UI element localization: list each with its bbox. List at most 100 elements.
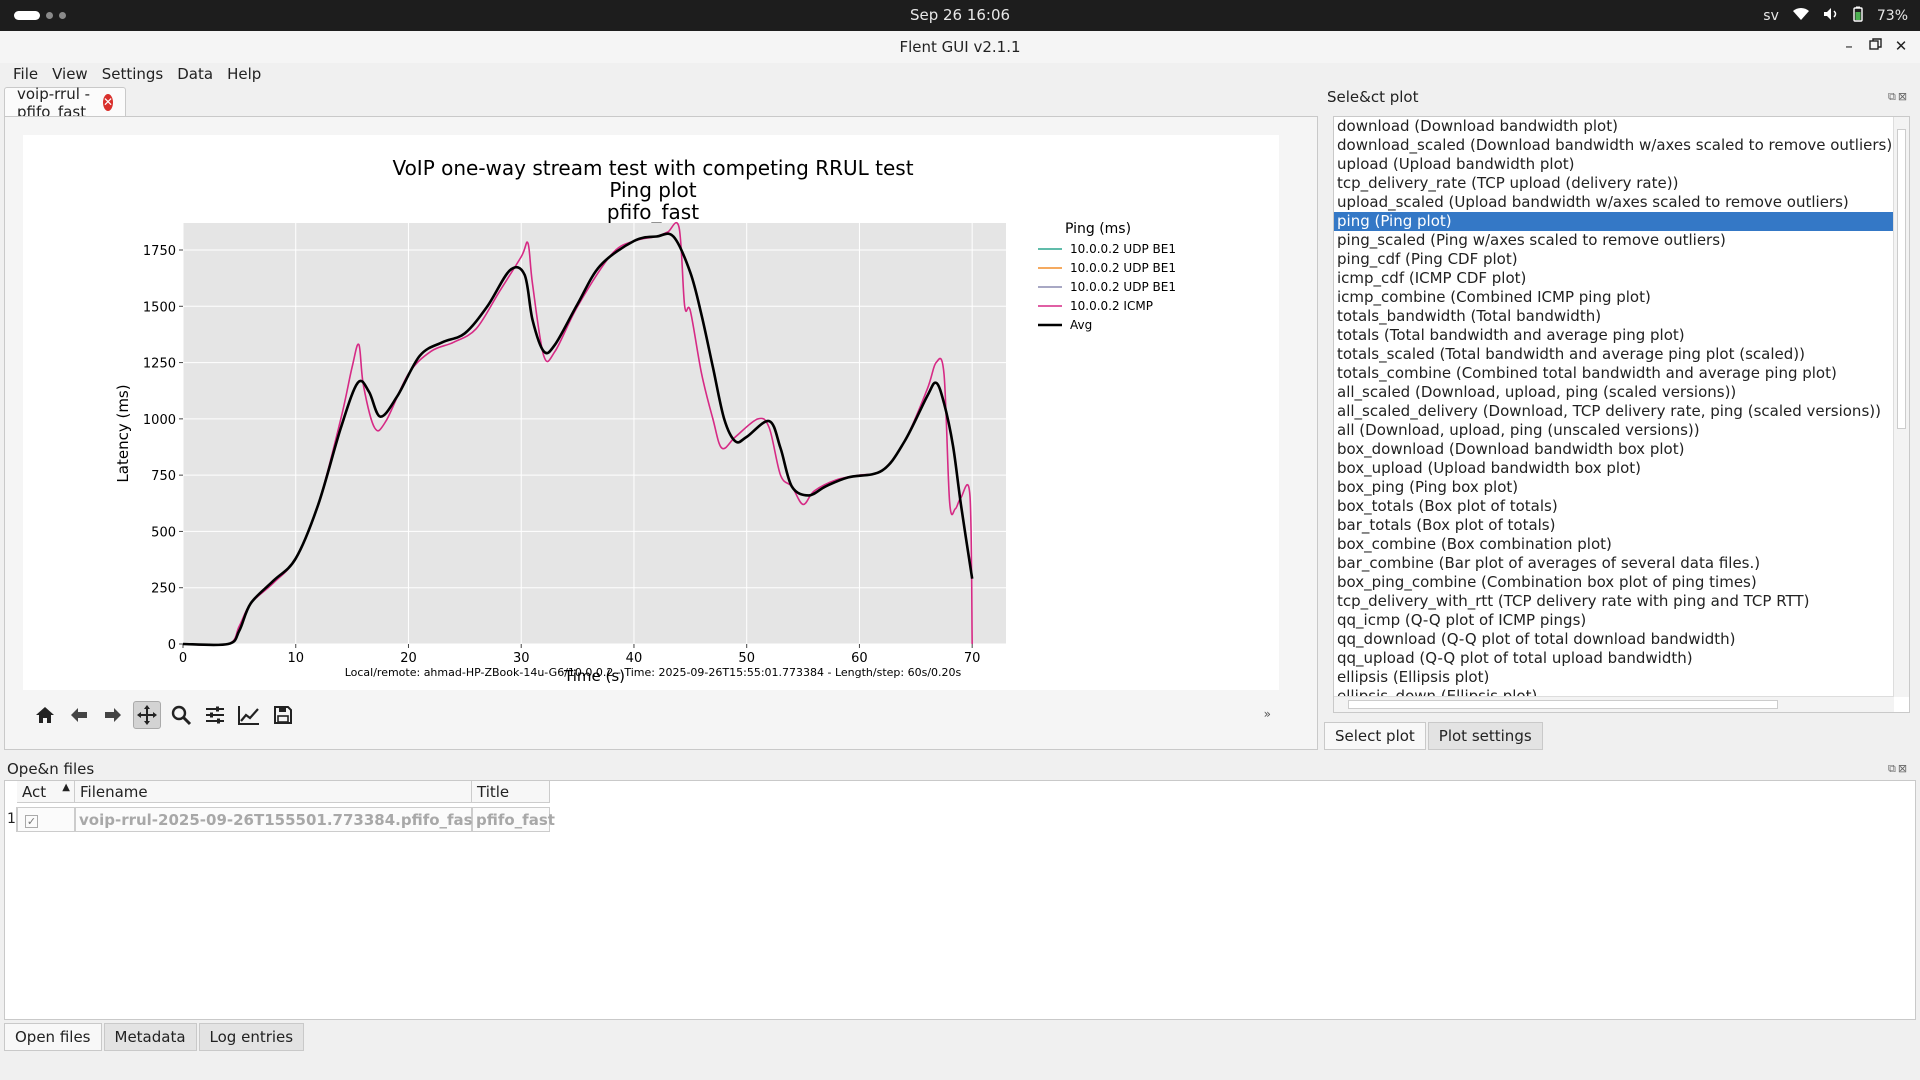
plot-list-item[interactable]: box_ping_combine (Combination box plot o…: [1334, 573, 1909, 592]
home-icon[interactable]: [31, 701, 59, 729]
column-header-act[interactable]: Act ▲: [17, 781, 75, 803]
plot-list-item[interactable]: box_download (Download bandwidth box plo…: [1334, 440, 1909, 459]
close-dock-icon[interactable]: ⊠: [1898, 90, 1907, 104]
plot-list-item[interactable]: ping_scaled (Ping w/axes scaled to remov…: [1334, 231, 1909, 250]
plot-list-item[interactable]: totals_bandwidth (Total bandwidth): [1334, 307, 1909, 326]
legend-title: Ping (ms): [1065, 221, 1131, 237]
y-tick-label: 1250: [143, 357, 176, 372]
plot-list-item[interactable]: ping (Ping plot): [1334, 212, 1909, 231]
chart-subtitle-plot: Ping plot: [609, 178, 696, 202]
plot-type-list[interactable]: download (Download bandwidth plot) downlo…: [1333, 116, 1910, 713]
plot-list-item[interactable]: totals_combine (Combined total bandwidth…: [1334, 364, 1909, 383]
select-plot-panel-title: Sele&ct plot: [1327, 88, 1419, 106]
plot-list-item[interactable]: totals (Total bandwidth and average ping…: [1334, 326, 1909, 345]
close-dock-icon[interactable]: ⊠: [1898, 762, 1907, 776]
edit-axis-icon[interactable]: [235, 701, 263, 729]
tab-select-plot[interactable]: Select plot: [1324, 722, 1426, 750]
plot-list-item[interactable]: upload (Upload bandwidth plot): [1334, 155, 1909, 174]
x-tick-label: 30: [513, 651, 530, 666]
system-clock[interactable]: Sep 26 16:06: [0, 6, 1920, 24]
save-icon[interactable]: [269, 701, 297, 729]
close-window-button[interactable]: ✕: [1892, 36, 1910, 56]
menu-view[interactable]: View: [45, 63, 95, 85]
battery-icon[interactable]: [1853, 6, 1863, 26]
x-tick-label: 20: [400, 651, 417, 666]
configure-subplots-icon[interactable]: [201, 701, 229, 729]
menu-settings[interactable]: Settings: [95, 63, 171, 85]
tab-plot-settings[interactable]: Plot settings: [1427, 722, 1543, 750]
wifi-icon[interactable]: [1792, 7, 1809, 25]
sort-ascending-icon: ▲: [62, 782, 70, 793]
back-icon[interactable]: [65, 701, 93, 729]
y-axis-label: Latency (ms): [114, 384, 132, 482]
plot-list-item[interactable]: bar_combine (Bar plot of averages of sev…: [1334, 554, 1909, 573]
chart-subtitle-qdisc: pfifo_fast: [607, 200, 699, 224]
plot-list-item[interactable]: all_scaled_delivery (Download, TCP deliv…: [1334, 402, 1909, 421]
open-files-panel-title: Ope&n files: [7, 760, 95, 778]
keyboard-layout[interactable]: sv: [1763, 8, 1779, 24]
close-tab-icon[interactable]: ✕: [103, 94, 114, 111]
system-top-bar: Sep 26 16:06 sv 73%: [0, 0, 1920, 31]
active-checkbox[interactable]: ✓: [25, 815, 38, 828]
plot-list-item[interactable]: box_upload (Upload bandwidth box plot): [1334, 459, 1909, 478]
menu-data[interactable]: Data: [170, 63, 220, 85]
title-cell[interactable]: pfifo_fast: [472, 807, 555, 832]
float-dock-icon[interactable]: ⧉: [1888, 762, 1896, 776]
plot-list-item[interactable]: download_scaled (Download bandwidth w/ax…: [1334, 136, 1909, 155]
tab-open-files[interactable]: Open files: [4, 1023, 102, 1051]
plot-list-item[interactable]: upload_scaled (Upload bandwidth w/axes s…: [1334, 193, 1909, 212]
volume-icon[interactable]: [1823, 7, 1839, 25]
plot-list-vertical-scrollbar[interactable]: [1893, 117, 1909, 697]
plot-list-item[interactable]: bar_totals (Box plot of totals): [1334, 516, 1909, 535]
plot-list-item[interactable]: tcp_delivery_with_rtt (TCP delivery rate…: [1334, 592, 1909, 611]
plot-list-item[interactable]: icmp_cdf (ICMP CDF plot): [1334, 269, 1909, 288]
filename-cell[interactable]: voip-rrul-2025-09-26T155501.773384.pfifo…: [75, 807, 550, 832]
chart-footer: Local/remote: ahmad-HP-ZBook-14u-G6/10.0…: [345, 666, 962, 679]
plot-list-item[interactable]: box_combine (Box combination plot): [1334, 535, 1909, 554]
forward-icon[interactable]: [99, 701, 127, 729]
dock-buttons: ⧉ ⊠: [1888, 90, 1907, 104]
zoom-icon[interactable]: [167, 701, 195, 729]
plot-list-item[interactable]: all (Download, upload, ping (unscaled ve…: [1334, 421, 1909, 440]
plot-list-item[interactable]: totals_scaled (Total bandwidth and avera…: [1334, 345, 1909, 364]
maximize-button[interactable]: [1866, 36, 1884, 56]
legend-entry: Avg: [1070, 318, 1092, 332]
y-tick-label: 1500: [143, 300, 176, 315]
tab-log-entries[interactable]: Log entries: [198, 1023, 305, 1051]
plot-list-item[interactable]: qq_download (Q-Q plot of total download …: [1334, 630, 1909, 649]
bottom-panel-tabs: Open files Metadata Log entries: [4, 1023, 305, 1051]
plot-canvas[interactable]: VoIP one-way stream test with competing …: [23, 135, 1279, 690]
plot-list-item[interactable]: qq_icmp (Q-Q plot of ICMP pings): [1334, 611, 1909, 630]
menu-help[interactable]: Help: [220, 63, 268, 85]
open-files-table: Act ▲ Filename Title 1 ✓ voip-rrul-2025-0…: [4, 780, 1916, 1020]
plot-list-item[interactable]: download (Download bandwidth plot): [1334, 117, 1909, 136]
plot-list-item[interactable]: ping_cdf (Ping CDF plot): [1334, 250, 1909, 269]
minimize-button[interactable]: –: [1840, 36, 1858, 56]
y-tick-label: 500: [151, 525, 176, 540]
tab-metadata[interactable]: Metadata: [103, 1023, 197, 1051]
row-number: 1: [5, 807, 17, 832]
system-tray[interactable]: sv 73%: [1763, 6, 1908, 26]
plot-list-item[interactable]: all_scaled (Download, upload, ping (scal…: [1334, 383, 1909, 402]
x-tick-label: 40: [626, 651, 643, 666]
x-tick-label: 60: [851, 651, 868, 666]
plot-list-item[interactable]: icmp_combine (Combined ICMP ping plot): [1334, 288, 1909, 307]
float-dock-icon[interactable]: ⧉: [1888, 90, 1896, 104]
plot-list-item[interactable]: box_ping (Ping box plot): [1334, 478, 1909, 497]
plot-list-horizontal-scrollbar[interactable]: [1334, 696, 1894, 712]
x-tick-label: 0: [179, 651, 187, 666]
column-header-filename[interactable]: Filename: [75, 781, 472, 803]
menu-bar: File View Settings Data Help: [0, 63, 1920, 85]
plot-list-item[interactable]: ellipsis (Ellipsis plot): [1334, 668, 1909, 687]
column-header-title[interactable]: Title: [472, 781, 550, 803]
pan-icon[interactable]: [133, 701, 161, 729]
plot-list-item[interactable]: box_totals (Box plot of totals): [1334, 497, 1909, 516]
plot-tab[interactable]: voip-rrul - pfifo_fast ✕: [4, 85, 127, 121]
plot-list-item[interactable]: qq_upload (Q-Q plot of total upload band…: [1334, 649, 1909, 668]
ping-chart[interactable]: VoIP one-way stream test with competing …: [23, 135, 1279, 690]
menu-file[interactable]: File: [6, 63, 45, 85]
plot-list-item[interactable]: tcp_delivery_rate (TCP upload (delivery …: [1334, 174, 1909, 193]
toolbar-overflow-button[interactable]: »: [1264, 707, 1271, 721]
active-checkbox-cell[interactable]: ✓: [17, 807, 75, 832]
plot-panel: VoIP one-way stream test with competing …: [4, 116, 1318, 750]
